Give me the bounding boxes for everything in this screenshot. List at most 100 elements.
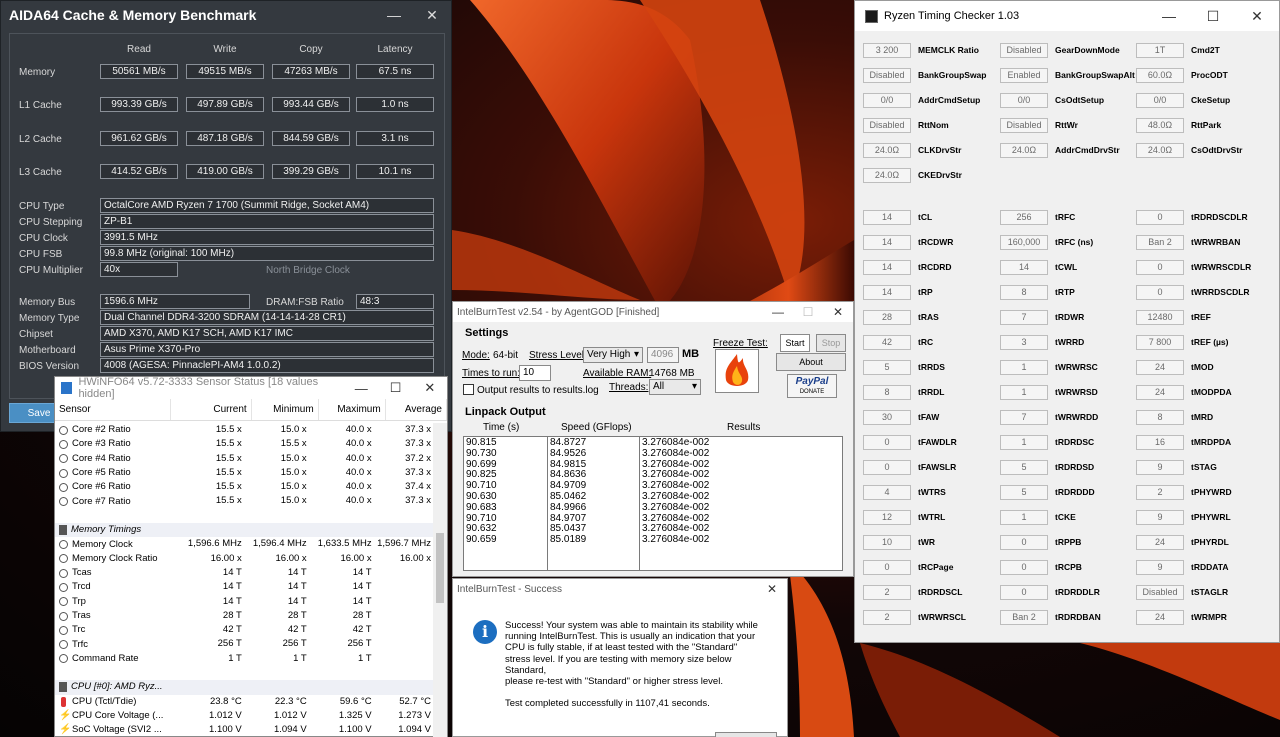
sensor-row[interactable]: Core #4 Ratio 15.5 x 15.0 x 40.0 x 37.2 x bbox=[55, 452, 435, 466]
timing-value-box: 60.0Ω bbox=[1136, 68, 1184, 83]
minimize-button[interactable]: — bbox=[1147, 8, 1191, 24]
ok-button[interactable] bbox=[715, 732, 777, 737]
close-button[interactable]: ✕ bbox=[413, 380, 447, 396]
sensor-row[interactable]: CPU (Tctl/Tdie) 23.8 °C 22.3 °C 59.6 °C 52.7… bbox=[55, 695, 435, 709]
sensor-name: Core #2 Ratio bbox=[55, 423, 168, 437]
close-button[interactable]: ✕ bbox=[757, 582, 787, 596]
available-ram-value: 14768 MB bbox=[649, 368, 695, 379]
sensor-row[interactable]: ⚡ SoC Voltage (SVI2 ... 1.100 V 1.094 V 1.10… bbox=[55, 723, 435, 737]
aida64-results-panel: Read Write Copy Latency Memory 50561 MB/… bbox=[9, 33, 445, 399]
times-to-run-input[interactable]: 10 bbox=[519, 365, 551, 381]
sensor-group-row[interactable]: CPU [#0]: AMD Ryz... bbox=[55, 680, 435, 695]
maximize-button[interactable]: ☐ bbox=[1191, 8, 1235, 25]
sensor-row[interactable]: Trp 14 T 14 T 14 T bbox=[55, 595, 435, 609]
col-maximum[interactable]: Maximum bbox=[319, 399, 386, 420]
sensor-average: 37.3 x bbox=[405, 438, 431, 450]
col-sensor[interactable]: Sensor bbox=[55, 399, 172, 420]
sensor-average: 37.3 x bbox=[405, 424, 431, 435]
sensor-row[interactable]: Memory Clock 1,596.6 MHz 1,596.4 MHz 1,633.… bbox=[55, 537, 435, 551]
sensor-group-row[interactable]: Memory Timings bbox=[55, 523, 435, 538]
sensor-row[interactable]: Tcas 14 T 14 T 14 T bbox=[55, 566, 435, 580]
clock-icon bbox=[59, 540, 68, 550]
timing-label: GearDownMode bbox=[1055, 45, 1120, 55]
sensor-name: Memory Clock bbox=[55, 537, 168, 551]
about-button[interactable]: About bbox=[776, 353, 846, 371]
clock-icon bbox=[59, 468, 68, 478]
clock-icon bbox=[59, 582, 68, 592]
col-speed: Speed (GFlops) bbox=[561, 422, 632, 433]
timing-label: Cmd2T bbox=[1191, 45, 1220, 55]
timing-value-box: 8 bbox=[1136, 410, 1184, 425]
minimize-button[interactable]: — bbox=[344, 381, 378, 396]
sensor-average bbox=[376, 680, 435, 694]
col-current[interactable]: Current bbox=[171, 399, 252, 420]
hwinfo-window: HWiNFO64 v5.72-3333 Sensor Status [18 va… bbox=[54, 376, 448, 737]
memory-type-value: Dual Channel DDR4-3200 SDRAM (14-14-14-2… bbox=[100, 310, 434, 325]
output-results-checkbox[interactable] bbox=[463, 384, 474, 395]
sensor-average bbox=[376, 666, 435, 680]
scrollbar-thumb[interactable] bbox=[436, 533, 444, 603]
timing-label: tWR bbox=[918, 537, 935, 547]
sensor-row[interactable]: Tras 28 T 28 T 28 T bbox=[55, 609, 435, 623]
maximize-button[interactable]: ☐ bbox=[378, 380, 412, 396]
timing-label: CsOdtDrvStr bbox=[1191, 145, 1243, 155]
col-average[interactable]: Average bbox=[386, 399, 447, 420]
threads-select[interactable]: All ▾ bbox=[649, 379, 701, 395]
sensor-row[interactable]: Memory Clock Ratio 16.00 x 16.00 x 16.00 x 1… bbox=[55, 552, 435, 566]
timing-value-box: 24.0Ω bbox=[1136, 143, 1184, 158]
timing-value-box: 8 bbox=[1000, 285, 1048, 300]
memory-copy: 47263 MB/s bbox=[272, 64, 350, 79]
freeze-test-fire-icon[interactable] bbox=[715, 349, 759, 393]
sensor-minimum: 42 T bbox=[287, 624, 307, 636]
sensor-row[interactable]: Trc 42 T 42 T 42 T bbox=[55, 623, 435, 637]
timing-label: ProcODT bbox=[1191, 70, 1228, 80]
timing-label: BankGroupSwapAlt bbox=[1055, 70, 1135, 80]
sensor-maximum: 40.0 x bbox=[345, 466, 372, 478]
sensor-row[interactable]: Trfc 256 T 256 T 256 T bbox=[55, 637, 435, 651]
stress-level-select[interactable]: Very High ▾ bbox=[583, 347, 643, 363]
voltage-icon: ⚡ bbox=[59, 724, 72, 736]
close-button[interactable]: ✕ bbox=[413, 7, 451, 24]
sensor-row bbox=[55, 666, 435, 680]
timing-label: tMODPDA bbox=[1191, 387, 1232, 397]
clock-icon bbox=[59, 497, 68, 507]
sensor-row[interactable]: Core #5 Ratio 15.5 x 15.0 x 40.0 x 37.3 x bbox=[55, 466, 435, 480]
sensor-current: 1,596.6 MHz bbox=[187, 538, 242, 550]
sensor-row[interactable]: Core #6 Ratio 15.5 x 15.0 x 40.0 x 37.4 x bbox=[55, 480, 435, 494]
sensor-row[interactable]: ⚡ CPU Core Voltage (... 1.012 V 1.012 V 1.32… bbox=[55, 709, 435, 723]
cpu-multiplier-label: CPU Multiplier bbox=[19, 265, 83, 276]
sensor-minimum: 15.5 x bbox=[280, 438, 307, 450]
minimize-button[interactable]: — bbox=[375, 7, 413, 23]
minimize-button[interactable]: — bbox=[763, 305, 793, 319]
linpack-output-heading: Linpack Output bbox=[465, 406, 546, 418]
cpu-stepping-label: CPU Stepping bbox=[19, 217, 83, 228]
col-minimum[interactable]: Minimum bbox=[252, 399, 319, 420]
sensor-row[interactable]: Core #3 Ratio 15.5 x 15.5 x 40.0 x 37.3 x bbox=[55, 437, 435, 451]
sensor-row[interactable]: Command Rate 1 T 1 T 1 T bbox=[55, 652, 435, 666]
sensor-minimum: 1 T bbox=[293, 652, 307, 664]
maximize-button[interactable]: ☐ bbox=[793, 305, 823, 319]
memory-size-input[interactable]: 4096 bbox=[647, 347, 679, 363]
sensor-average: 37.3 x bbox=[405, 495, 431, 507]
fire-icon bbox=[725, 354, 749, 386]
thermometer-icon bbox=[61, 696, 66, 707]
timing-value-box: 0 bbox=[1000, 535, 1048, 550]
stop-button[interactable]: Stop bbox=[816, 334, 846, 352]
start-button[interactable]: Start bbox=[780, 334, 810, 352]
vertical-scrollbar[interactable] bbox=[433, 423, 447, 737]
message-line: Test completed successfully in 1107,41 s… bbox=[505, 698, 710, 710]
timing-label: MEMCLK Ratio bbox=[918, 45, 979, 55]
sensor-average bbox=[376, 595, 435, 609]
close-button[interactable]: ✕ bbox=[1235, 8, 1279, 25]
timing-label: tWRWRSCDLR bbox=[1191, 262, 1252, 272]
sensor-minimum bbox=[246, 509, 311, 523]
sensor-label: Trcd bbox=[72, 581, 91, 593]
close-button[interactable]: ✕ bbox=[823, 305, 853, 319]
timing-value-box: Ban 2 bbox=[1000, 610, 1048, 625]
paypal-donate-button[interactable]: PayPal DONATE bbox=[787, 374, 837, 398]
timing-label: tWRMPR bbox=[1191, 612, 1227, 622]
sensor-row[interactable]: Trcd 14 T 14 T 14 T bbox=[55, 580, 435, 594]
sensor-row[interactable]: Core #2 Ratio 15.5 x 15.0 x 40.0 x 37.3 x bbox=[55, 423, 435, 437]
sensor-minimum bbox=[246, 523, 311, 537]
sensor-row[interactable]: Core #7 Ratio 15.5 x 15.0 x 40.0 x 37.3 x bbox=[55, 494, 435, 508]
